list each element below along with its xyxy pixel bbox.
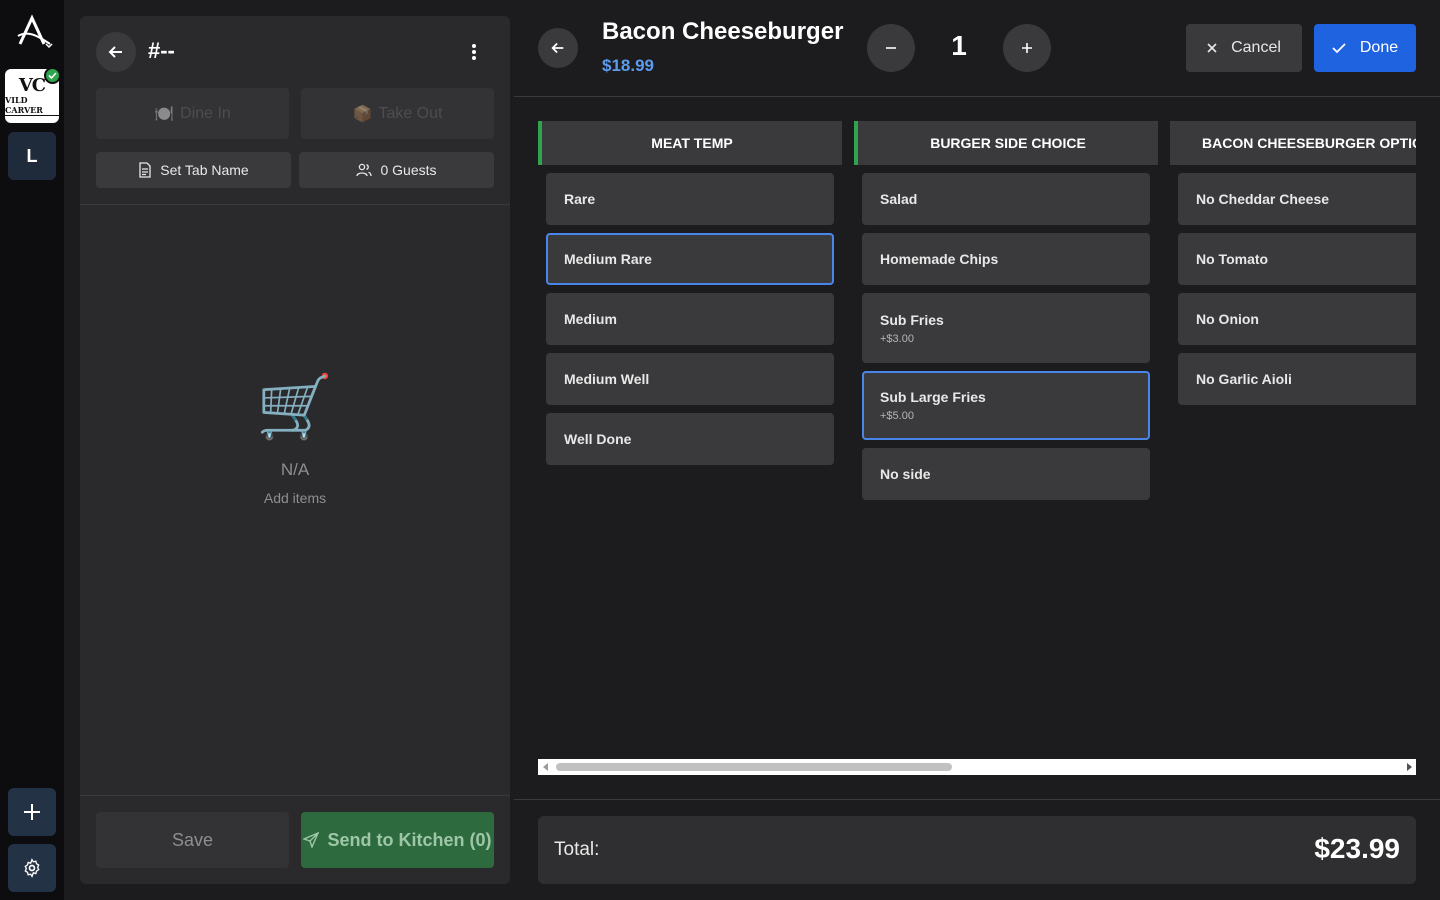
set-tab-name-label: Set Tab Name <box>160 162 249 178</box>
item-modifier-panel: Bacon Cheeseburger $18.99 1 Cancel Done … <box>514 0 1440 900</box>
modifier-option[interactable]: No Onion <box>1178 293 1416 345</box>
guests-button[interactable]: 0 Guests <box>299 152 494 188</box>
order-panel: #-- 🍽️ Dine In 📦 Take Out Set Tab Name 0… <box>80 16 510 884</box>
option-label: Salad <box>880 191 918 207</box>
option-label: Homemade Chips <box>880 251 999 267</box>
option-label: Sub Large Fries <box>880 389 986 405</box>
modifier-option[interactable]: Homemade Chips <box>862 233 1150 285</box>
quantity-decrease-button[interactable] <box>867 24 915 72</box>
plus-icon <box>24 804 40 820</box>
take-out-icon: 📦 <box>352 105 373 123</box>
take-out-button[interactable]: 📦 Take Out <box>301 88 494 139</box>
divider <box>514 799 1440 800</box>
option-label: Rare <box>564 191 596 207</box>
modifier-group: BACON CHEESEBURGER OPTIONS No Cheddar Ch… <box>1170 121 1416 405</box>
close-icon <box>1207 43 1217 53</box>
store-name: VILD CARVER <box>5 95 59 116</box>
empty-cart-title: N/A <box>280 460 310 479</box>
modifier-option[interactable]: No Cheddar Cheese <box>1178 173 1416 225</box>
cart-icon: 🛒 <box>256 373 334 442</box>
send-to-kitchen-label: Send to Kitchen (0) <box>327 829 492 850</box>
modifier-option[interactable]: Well Done <box>546 413 834 465</box>
option-price: +$3.00 <box>880 332 914 345</box>
option-label: Medium Rare <box>564 251 652 267</box>
option-label: No Cheddar Cheese <box>1196 191 1330 207</box>
option-price: +$5.00 <box>880 410 914 422</box>
plus-icon <box>1022 43 1032 53</box>
document-icon <box>139 162 151 178</box>
send-icon <box>303 832 320 848</box>
order-title: #-- <box>148 38 175 63</box>
modifier-option[interactable]: Sub Fries +$3.00 <box>862 293 1150 363</box>
user-avatar[interactable]: L <box>8 132 56 180</box>
total-bar: Total: $23.99 <box>538 816 1416 884</box>
take-out-label: Take Out <box>378 104 443 122</box>
dine-in-icon: 🍽️ <box>154 105 175 123</box>
modifier-group: MEAT TEMP Rare Medium Rare Medium Medium… <box>538 121 842 465</box>
gear-icon <box>24 858 40 878</box>
option-label: No Garlic Aioli <box>1196 371 1292 387</box>
modifier-group-title: BURGER SIDE CHOICE <box>854 121 1158 165</box>
modifier-group-title: BACON CHEESEBURGER OPTIONS <box>1170 121 1416 165</box>
store-monogram: VC <box>18 74 46 96</box>
option-label: Medium <box>564 311 617 327</box>
item-price: $18.99 <box>602 56 654 75</box>
modifier-option[interactable]: No Tomato <box>1178 233 1416 285</box>
horizontal-scrollbar[interactable] <box>538 759 1416 775</box>
order-back-button[interactable] <box>96 32 136 72</box>
save-button[interactable]: Save <box>96 812 289 868</box>
divider <box>514 96 1440 97</box>
divider <box>80 795 510 796</box>
item-back-button[interactable] <box>538 28 578 68</box>
brand-logo-icon[interactable] <box>14 14 54 54</box>
more-vertical-icon <box>472 44 476 60</box>
store-active-check-icon <box>44 67 61 84</box>
add-button[interactable] <box>8 788 56 836</box>
send-to-kitchen-button[interactable]: Send to Kitchen (0) <box>301 812 494 868</box>
done-button[interactable]: Done <box>1314 24 1416 72</box>
app-rail: VC VILD CARVER L <box>0 0 64 900</box>
modifier-option[interactable]: Salad <box>862 173 1150 225</box>
total-label: Total: <box>554 839 600 860</box>
modifier-option-selected[interactable]: Sub Large Fries +$5.00 <box>862 371 1150 440</box>
option-label: No side <box>880 466 931 482</box>
order-menu-button[interactable] <box>460 38 488 66</box>
done-label: Done <box>1359 39 1399 56</box>
modifier-option[interactable]: No side <box>862 448 1150 500</box>
arrow-left-icon <box>108 46 122 58</box>
total-value: $23.99 <box>1314 833 1400 864</box>
minus-icon <box>886 47 896 49</box>
modifier-groups: MEAT TEMP Rare Medium Rare Medium Medium… <box>538 121 1416 761</box>
modifier-group: BURGER SIDE CHOICE Salad Homemade Chips … <box>854 121 1158 500</box>
scroll-right-icon[interactable] <box>1407 763 1412 771</box>
guests-label: 0 Guests <box>380 162 437 178</box>
cancel-label: Cancel <box>1231 39 1281 56</box>
option-label: No Tomato <box>1196 251 1269 267</box>
set-tab-name-button[interactable]: Set Tab Name <box>96 152 291 188</box>
settings-button[interactable] <box>8 844 56 892</box>
modifier-option[interactable]: Medium Well <box>546 353 834 405</box>
modifier-option[interactable]: Medium <box>546 293 834 345</box>
check-icon <box>1332 43 1346 54</box>
modifier-group-title: MEAT TEMP <box>538 121 842 165</box>
scroll-left-icon[interactable] <box>543 763 548 771</box>
modifier-option-selected[interactable]: Medium Rare <box>546 233 834 285</box>
dine-in-button[interactable]: 🍽️ Dine In <box>96 88 289 139</box>
arrow-left-icon <box>551 42 564 54</box>
item-name: Bacon Cheeseburger <box>602 18 844 45</box>
cancel-button[interactable]: Cancel <box>1186 24 1302 72</box>
option-label: Well Done <box>564 431 632 447</box>
quantity-value: 1 <box>951 30 967 61</box>
scrollbar-thumb[interactable] <box>556 763 952 771</box>
divider <box>80 204 510 205</box>
modifier-option[interactable]: Rare <box>546 173 834 225</box>
quantity-increase-button[interactable] <box>1003 24 1051 72</box>
modifier-option[interactable]: No Garlic Aioli <box>1178 353 1416 405</box>
option-label: Sub Fries <box>880 311 944 328</box>
empty-cart-hint: Add items <box>263 490 327 506</box>
option-label: Medium Well <box>564 371 650 387</box>
option-label: No Onion <box>1196 311 1259 327</box>
users-icon <box>356 163 373 177</box>
dine-in-label: Dine In <box>180 104 231 122</box>
